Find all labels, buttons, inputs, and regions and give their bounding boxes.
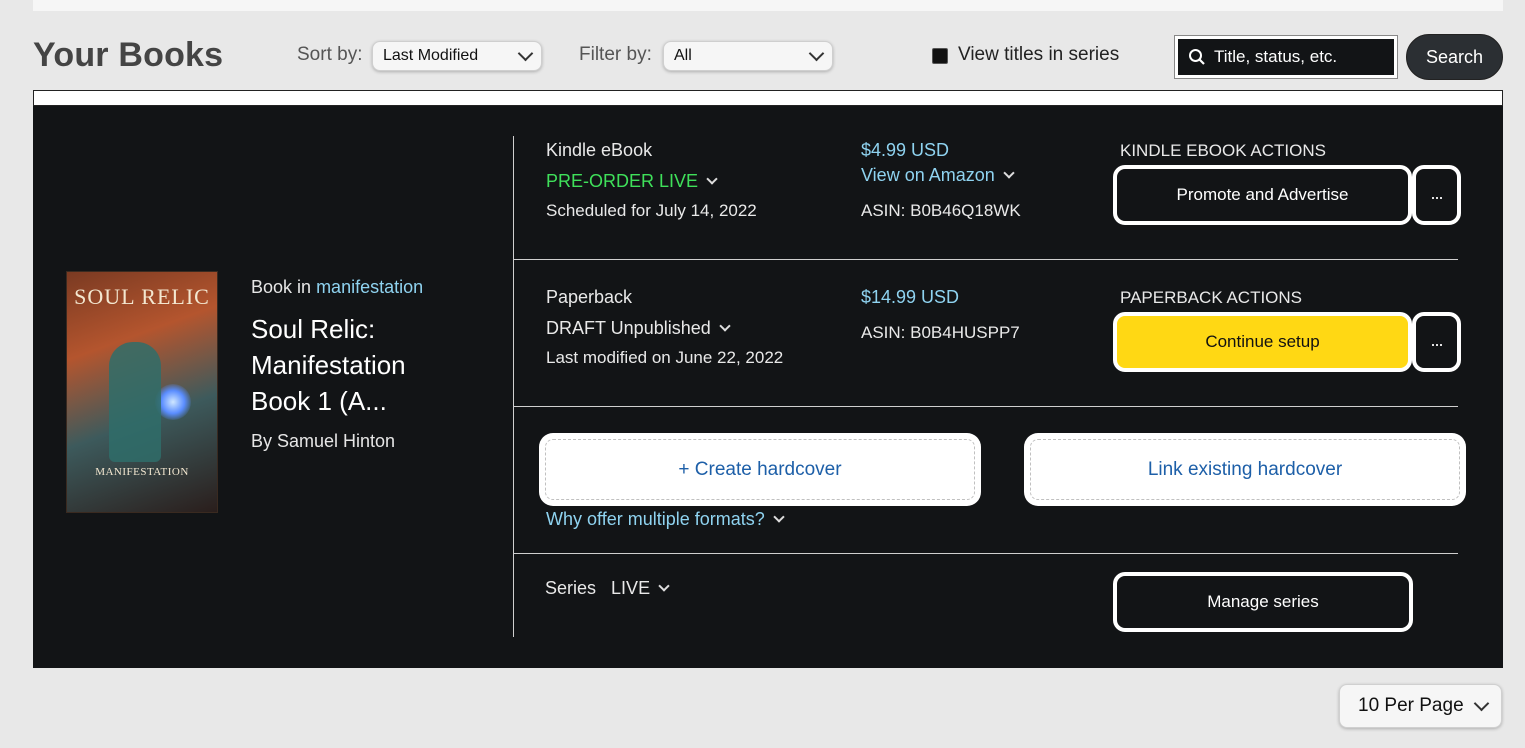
- create-hardcover-button[interactable]: + Create hardcover: [539, 433, 981, 506]
- sort-label: Sort by:: [297, 44, 363, 65]
- chevron-down-icon: [808, 45, 825, 62]
- top-strip: [33, 0, 1503, 11]
- book-author: By Samuel Hinton: [251, 431, 396, 451]
- why-multiple-formats-text: Why offer multiple formats?: [546, 509, 765, 529]
- book-cover[interactable]: SOUL RELIC MANIFESTATION: [66, 271, 218, 513]
- filter-select[interactable]: All: [663, 41, 833, 71]
- page-title: Your Books: [33, 36, 224, 74]
- kindle-actions-label: KINDLE EBOOK ACTIONS: [1120, 141, 1326, 160]
- chevron-down-icon: [773, 511, 785, 523]
- view-series-label: View titles in series: [958, 44, 1120, 65]
- link-hardcover-label: Link existing hardcover: [1030, 439, 1460, 500]
- kindle-price: $4.99 USD: [861, 140, 950, 160]
- kindle-date: Scheduled for July 14, 2022: [546, 201, 757, 220]
- view-on-amazon-link[interactable]: View on Amazon: [861, 165, 1015, 186]
- kindle-more-button[interactable]: ...: [1412, 165, 1461, 225]
- chevron-down-icon: [517, 45, 534, 62]
- kindle-asin: ASIN: B0B46Q18WK: [861, 201, 1021, 220]
- series-status-text: LIVE: [611, 578, 651, 598]
- paperback-status[interactable]: DRAFT Unpublished: [546, 318, 731, 339]
- chevron-down-icon: [658, 580, 670, 592]
- panel-header-strip: [33, 90, 1503, 106]
- series-label: Series: [545, 578, 597, 598]
- series-prefix: Book in: [251, 277, 312, 297]
- paperback-actions-label: PAPERBACK ACTIONS: [1120, 288, 1303, 307]
- sort-value: Last Modified: [383, 47, 479, 64]
- cover-figure: [109, 342, 161, 462]
- kindle-status[interactable]: PRE-ORDER LIVE: [546, 171, 718, 192]
- paperback-more-button[interactable]: ...: [1412, 312, 1461, 372]
- chevron-down-icon: [706, 173, 718, 185]
- series-status[interactable]: Series LIVE: [545, 578, 670, 599]
- paperback-asin: ASIN: B0B4HUSPP7: [861, 323, 1020, 342]
- row-divider: [514, 259, 1458, 260]
- create-hardcover-label: + Create hardcover: [545, 439, 975, 500]
- filter-label: Filter by:: [579, 44, 652, 65]
- sort-select[interactable]: Last Modified: [372, 41, 542, 71]
- kindle-status-text: PRE-ORDER LIVE: [546, 171, 699, 191]
- cover-subtitle: MANIFESTATION: [95, 466, 189, 478]
- row-divider: [514, 553, 1458, 554]
- series-link[interactable]: manifestation: [316, 277, 423, 297]
- why-multiple-formats-link[interactable]: Why offer multiple formats?: [546, 509, 785, 530]
- book-title[interactable]: Soul Relic: Manifestation Book 1 (A...: [251, 311, 471, 419]
- cover-title: SOUL RELIC: [74, 284, 210, 309]
- row-divider: [514, 406, 1458, 407]
- chevron-down-icon: [719, 320, 731, 332]
- manage-series-button[interactable]: Manage series: [1113, 572, 1413, 632]
- book-series-line: Book in manifestation: [251, 277, 423, 298]
- search-button[interactable]: Search: [1406, 34, 1503, 80]
- continue-setup-button[interactable]: Continue setup: [1113, 312, 1412, 372]
- paperback-format-label: Paperback: [546, 287, 633, 307]
- paperback-price: $14.99 USD: [861, 287, 960, 307]
- view-on-amazon-text: View on Amazon: [861, 165, 995, 185]
- chevron-down-icon: [1473, 695, 1490, 712]
- chevron-down-icon: [1003, 167, 1015, 179]
- promote-advertise-button[interactable]: Promote and Advertise: [1113, 165, 1412, 225]
- link-hardcover-button[interactable]: Link existing hardcover: [1024, 433, 1466, 506]
- filter-value: All: [674, 47, 692, 64]
- search-icon: [1189, 49, 1205, 65]
- view-series-checkbox[interactable]: [932, 48, 948, 64]
- paperback-date: Last modified on June 22, 2022: [546, 348, 784, 367]
- paperback-status-text: DRAFT Unpublished: [546, 318, 711, 338]
- per-page-select[interactable]: 10 Per Page: [1339, 684, 1502, 728]
- search-input[interactable]: Title, status, etc.: [1174, 35, 1398, 79]
- per-page-value: 10 Per Page: [1358, 695, 1464, 716]
- search-placeholder: Title, status, etc.: [1214, 47, 1338, 66]
- kindle-format-label: Kindle eBook: [546, 140, 653, 160]
- column-divider: [513, 136, 514, 637]
